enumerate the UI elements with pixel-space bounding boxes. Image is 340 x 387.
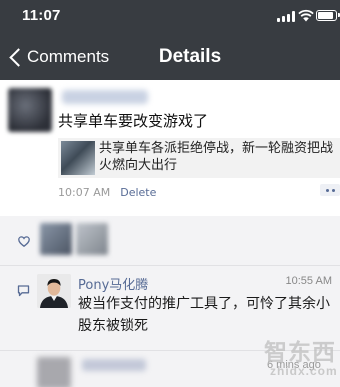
commenter-avatar[interactable] (37, 274, 71, 308)
wifi-icon (298, 9, 314, 22)
comment-text: 被当作支付的推广工具了，可怜了其余小股东被锁死 (78, 296, 330, 334)
status-bar: 11:07 (0, 0, 340, 32)
post-text: 共享单车要改变游戏了 (58, 112, 209, 130)
more-options-button[interactable] (320, 184, 340, 196)
comment-bubble-icon (17, 285, 30, 297)
dot-icon (325, 188, 329, 192)
comment-time: 10:55 AM (285, 275, 332, 287)
liker-avatar[interactable] (76, 223, 108, 255)
link-thumbnail (61, 141, 95, 175)
liker-avatar[interactable] (40, 223, 72, 255)
likes-row (0, 216, 340, 266)
battery-icon (316, 10, 340, 21)
comment-time: 6 mins ago (267, 359, 321, 371)
post-time: 10:07 AM (58, 186, 111, 199)
back-button-label: Comments (27, 47, 110, 66)
comment-item: 6 mins ago (0, 350, 340, 387)
author-name[interactable] (62, 90, 148, 104)
cellular-signal-icon (277, 11, 295, 22)
post-meta: 10:07 AM Delete (58, 186, 156, 199)
comment-item: Pony马化腾 10:55 AM 被当作支付的推广工具了，可怜了其余小股东被锁死 (0, 266, 340, 350)
navigation-bar: 11:07 Comments Details (0, 0, 340, 80)
interactions-panel: Pony马化腾 10:55 AM 被当作支付的推广工具了，可怜了其余小股东被锁死… (0, 216, 340, 387)
shared-link-card[interactable]: 共享单车各派拒绝停战，新一轮融资把战火燃向大出行 (58, 138, 340, 178)
heart-icon (18, 236, 30, 247)
dot-icon (331, 188, 335, 192)
status-time: 11:07 (22, 7, 61, 24)
commenter-name[interactable]: Pony马化腾 (78, 274, 148, 293)
commenter-name[interactable] (82, 359, 146, 371)
moment-post: 共享单车要改变游戏了 共享单车各派拒绝停战，新一轮融资把战火燃向大出行 10:0… (0, 80, 340, 216)
chevron-left-icon (9, 47, 28, 67)
author-avatar[interactable] (8, 88, 52, 132)
commenter-avatar[interactable] (37, 357, 71, 387)
back-button[interactable]: Comments (4, 40, 109, 74)
link-title: 共享单车各派拒绝停战，新一轮融资把战火燃向大出行 (99, 141, 334, 173)
page-title: Details (158, 46, 222, 67)
delete-link[interactable]: Delete (120, 186, 156, 199)
person-portrait-icon (37, 274, 71, 308)
